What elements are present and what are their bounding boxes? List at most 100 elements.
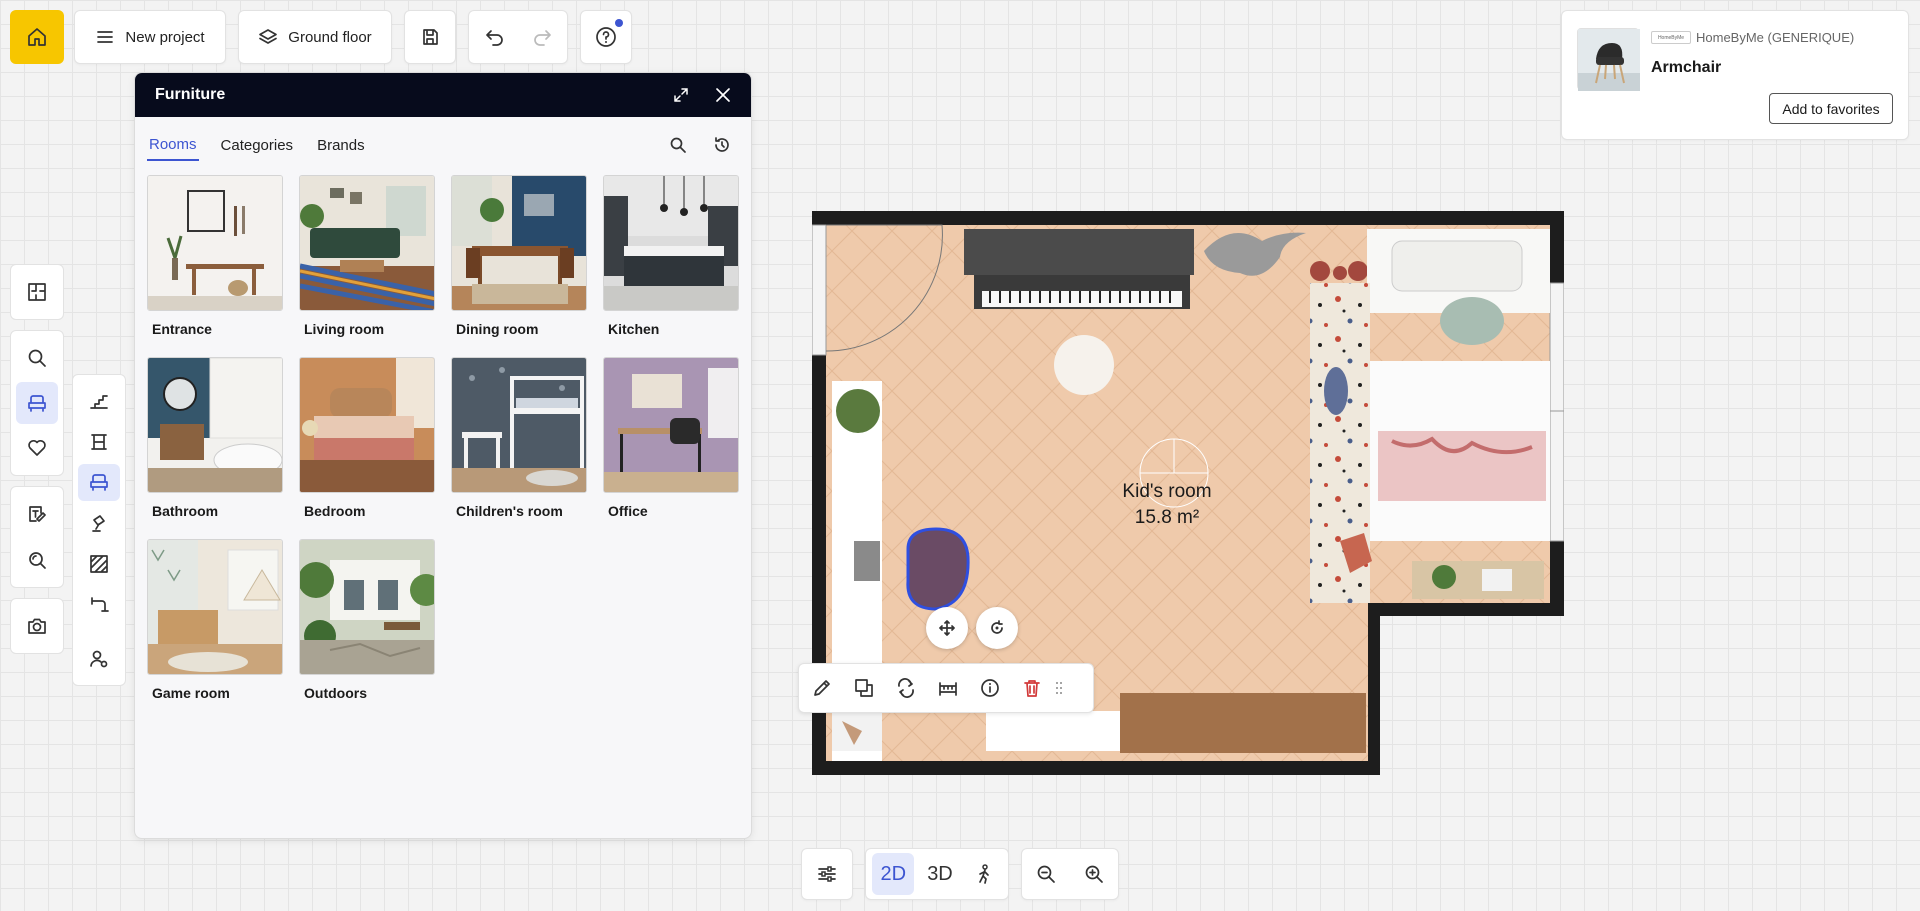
room-label: Kitchen [608,321,660,337]
furniture-subtools [72,374,126,686]
person-settings-icon [90,650,108,668]
furnish-button[interactable] [78,464,120,501]
floorplan-button[interactable] [16,271,58,313]
room-thumbnail [299,175,435,311]
panel-header: Furniture [135,73,751,117]
move-handle[interactable] [926,607,968,649]
furniture-panel: Furniture Rooms Categories Brands Entran… [134,72,752,839]
rotate-handle[interactable] [976,607,1018,649]
edit-object-button[interactable] [811,677,833,699]
expand-button[interactable] [673,87,689,103]
capture-tool-group [10,598,64,654]
new-project-label: New project [125,28,205,46]
add-to-favorites-button[interactable]: Add to favorites [1769,93,1893,124]
search-button[interactable] [16,337,58,378]
room-card-childrens-room[interactable]: Children's room [451,357,587,519]
room-card-bedroom[interactable]: Bedroom [299,357,435,519]
room-card-kitchen[interactable]: Kitchen [603,175,739,337]
people-button[interactable] [78,640,120,677]
room-thumbnail [147,357,283,493]
replace-button[interactable] [895,677,917,699]
tab-brands[interactable]: Brands [315,131,367,160]
favorites-button[interactable] [16,428,58,469]
duplicate-button[interactable] [853,677,875,699]
walk-icon [978,864,989,884]
room-card-living-room[interactable]: Living room [299,175,435,337]
view-mode-switch: 2D 3D [865,848,1009,900]
product-name: Armchair [1651,59,1722,76]
room-label: Children's room [456,503,563,519]
menu-icon [97,31,114,43]
product-thumbnail [1577,28,1640,91]
texture-icon [90,554,108,573]
zoom-out-button[interactable] [1035,863,1057,885]
magnify-area-icon [29,552,46,569]
room-label: Outdoors [304,685,367,701]
layers-icon [259,29,278,44]
dimensions-button[interactable] [937,677,959,699]
snapshot-button[interactable] [16,605,58,647]
measure-icon [939,682,957,696]
room-card-game-room[interactable]: Game room [147,539,283,701]
room-thumbnail [147,539,283,675]
materials-button[interactable] [78,545,120,582]
home-button[interactable] [10,10,64,64]
undo-button[interactable] [483,26,505,48]
zoom-controls [1021,848,1119,900]
close-panel-button[interactable] [715,87,731,103]
close-icon [716,88,730,102]
plan-tool-group [10,264,64,320]
pipe-icon [91,597,109,613]
object-context-toolbar [798,663,1094,713]
view-3d-button[interactable]: 3D [919,853,961,895]
room-label: Living room [304,321,385,337]
undo-icon [485,30,503,46]
toolbar-drag-handle[interactable] [1055,680,1063,696]
swap-icon [898,678,914,698]
room-thumbnail [603,357,739,493]
tab-rooms[interactable]: Rooms [147,130,199,161]
furniture-button[interactable] [16,382,58,424]
zoom-in-icon [1085,865,1103,883]
drag-grip-icon [1056,682,1062,694]
room-thumbnail [451,175,587,311]
catalog-search-button[interactable] [669,136,687,154]
settings-button[interactable] [801,848,853,900]
search-icon [670,137,686,153]
structure-button[interactable] [78,424,120,461]
redo-icon [533,30,551,46]
room-card-dining-room[interactable]: Dining room [451,175,587,337]
history-icon [715,137,729,152]
floor-label: Ground floor [288,28,372,46]
room-card-bathroom[interactable]: Bathroom [147,357,283,519]
room-card-outdoors[interactable]: Outdoors [299,539,435,701]
inspect-button[interactable] [16,539,58,581]
floor-plan-canvas[interactable]: Kid's room 15.8 m² [798,211,1564,775]
room-card-office[interactable]: Office [603,357,739,519]
annotate-button[interactable] [16,493,58,535]
save-icon [423,29,438,45]
new-project-button[interactable]: New project [74,10,226,64]
room-name-label: Kid's room [1122,481,1212,502]
info-button[interactable] [979,677,1001,699]
delete-button[interactable] [1021,677,1043,699]
duplicate-icon [855,679,873,697]
tab-categories[interactable]: Categories [219,131,296,160]
recent-items-button[interactable] [713,136,731,154]
floor-selector-button[interactable]: Ground floor [238,10,392,64]
lighting-button[interactable] [78,505,120,542]
help-button[interactable] [580,10,632,64]
stairs-button[interactable] [78,383,120,420]
walkthrough-button[interactable] [966,853,1002,895]
info-icon [981,679,999,697]
room-label: Entrance [152,321,212,337]
selected-armchair [906,527,970,611]
trash-icon [1024,680,1040,697]
zoom-in-button[interactable] [1083,863,1105,885]
save-button[interactable] [404,10,456,64]
view-2d-button[interactable]: 2D [872,853,915,895]
plumbing-button[interactable] [78,586,120,623]
room-card-entrance[interactable]: Entrance [147,175,283,337]
help-icon [596,27,616,47]
redo-button[interactable] [532,26,554,48]
